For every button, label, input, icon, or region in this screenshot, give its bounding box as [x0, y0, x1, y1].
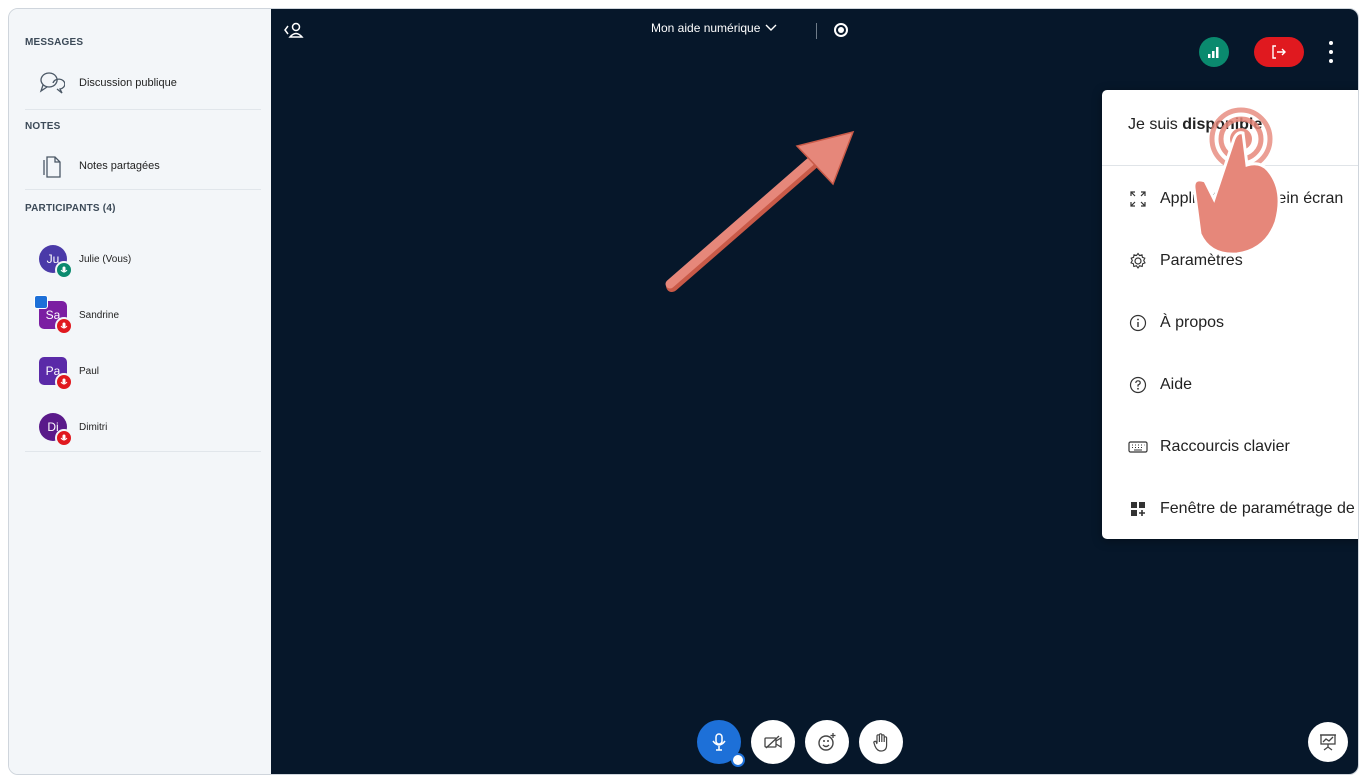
- recording-icon[interactable]: [834, 23, 848, 37]
- participant-name: Paul: [79, 365, 100, 377]
- availability-label: Je suis disponible: [1128, 116, 1262, 134]
- menu-item-label: Raccourcis clavier: [1160, 438, 1290, 455]
- messages-section-header: MESSAGES: [25, 37, 84, 48]
- toggle-userlist-icon[interactable]: [283, 21, 305, 39]
- raise-hand-button[interactable]: [859, 720, 903, 764]
- menu-item[interactable]: Paramètres: [1128, 248, 1358, 274]
- avatar: Ju: [39, 245, 73, 279]
- avatar: Pa: [39, 357, 73, 391]
- gear-icon: [1128, 251, 1148, 271]
- participant-item[interactable]: Pa Paul: [23, 347, 261, 395]
- microphone-button[interactable]: [697, 720, 745, 767]
- microphone-icon: [712, 733, 726, 751]
- chevron-down-icon: [765, 21, 777, 35]
- participant-name: Dimitri: [79, 421, 108, 433]
- menu-item-label: À propos: [1160, 314, 1225, 331]
- shared-notes-item[interactable]: Notes partagées: [25, 148, 243, 184]
- shared-notes-label: Notes partagées: [79, 160, 160, 172]
- menu-item-label: Application en plein écran: [1160, 190, 1344, 207]
- availability-status: disponible: [1182, 116, 1263, 133]
- meeting-title: Mon aide numérique: [651, 21, 761, 35]
- chat-icon: [39, 70, 65, 96]
- raise-hand-icon: [873, 733, 888, 752]
- more-options-icon[interactable]: [1329, 41, 1333, 63]
- participant-item[interactable]: Sa Sandrine: [23, 291, 261, 339]
- options-menu: Je suis disponible Application en plein …: [1102, 90, 1358, 539]
- fullscreen-icon: [1128, 189, 1148, 209]
- signal-icon: [1208, 47, 1219, 58]
- help-icon: [1128, 375, 1148, 395]
- app-window: MESSAGES Discussion publique NOTES Notes…: [8, 8, 1359, 775]
- notes-section-header: NOTES: [25, 121, 61, 132]
- notes-icon: [39, 153, 65, 179]
- leave-meeting-button[interactable]: [1254, 37, 1304, 67]
- participant-item[interactable]: Di Dimitri: [23, 403, 261, 451]
- availability-row: Je suis disponible: [1102, 90, 1358, 166]
- participant-name: Julie (Vous): [79, 253, 132, 265]
- presentation-icon: [1320, 734, 1336, 751]
- menu-item[interactable]: Aide: [1128, 372, 1358, 398]
- mic-on-icon: [55, 261, 73, 279]
- reactions-icon: [818, 733, 836, 751]
- menu-item[interactable]: Application en plein écran: [1128, 186, 1358, 212]
- meeting-title-button[interactable]: Mon aide numérique: [651, 21, 777, 35]
- layout-icon: [1128, 499, 1148, 519]
- sidebar: MESSAGES Discussion publique NOTES Notes…: [9, 9, 271, 774]
- mic-muted-icon: [55, 317, 73, 335]
- top-bar: Mon aide numérique: [271, 9, 1358, 51]
- reactions-button[interactable]: [805, 720, 849, 764]
- divider: [25, 451, 261, 452]
- camera-button[interactable]: [751, 720, 795, 764]
- connection-status-button[interactable]: [1199, 37, 1229, 67]
- camera-off-icon: [764, 735, 782, 749]
- main-area: Mon aide numérique Je suis disponible Ap…: [271, 9, 1358, 774]
- presentation-button[interactable]: [1308, 722, 1348, 762]
- keyboard-icon: [1128, 437, 1148, 457]
- participant-name: Sandrine: [79, 309, 120, 321]
- mic-muted-icon: [55, 429, 73, 447]
- divider: [816, 23, 817, 39]
- public-chat-item[interactable]: Discussion publique: [25, 65, 243, 101]
- menu-item[interactable]: À propos: [1128, 310, 1358, 336]
- info-icon: [1128, 313, 1148, 333]
- menu-item-label: Aide: [1160, 376, 1193, 393]
- menu-item-label: Fenêtre de paramétrage de la mise en pag…: [1160, 500, 1358, 517]
- menu-item-label: Paramètres: [1160, 252, 1243, 269]
- availability-prefix: Je suis: [1128, 116, 1183, 133]
- participant-item[interactable]: Ju Julie (Vous): [23, 235, 261, 283]
- avatar: Di: [39, 413, 73, 447]
- participants-section-header: PARTICIPANTS (4): [25, 203, 116, 214]
- microphone-settings-icon[interactable]: [731, 753, 745, 767]
- presenter-icon: [34, 295, 48, 309]
- mic-muted-icon: [55, 373, 73, 391]
- public-chat-label: Discussion publique: [79, 77, 177, 89]
- menu-item[interactable]: Raccourcis clavier: [1128, 434, 1358, 460]
- leave-icon: [1272, 45, 1286, 59]
- avatar: Sa: [34, 295, 73, 335]
- menu-item[interactable]: Fenêtre de paramétrage de la mise en pag…: [1128, 496, 1358, 522]
